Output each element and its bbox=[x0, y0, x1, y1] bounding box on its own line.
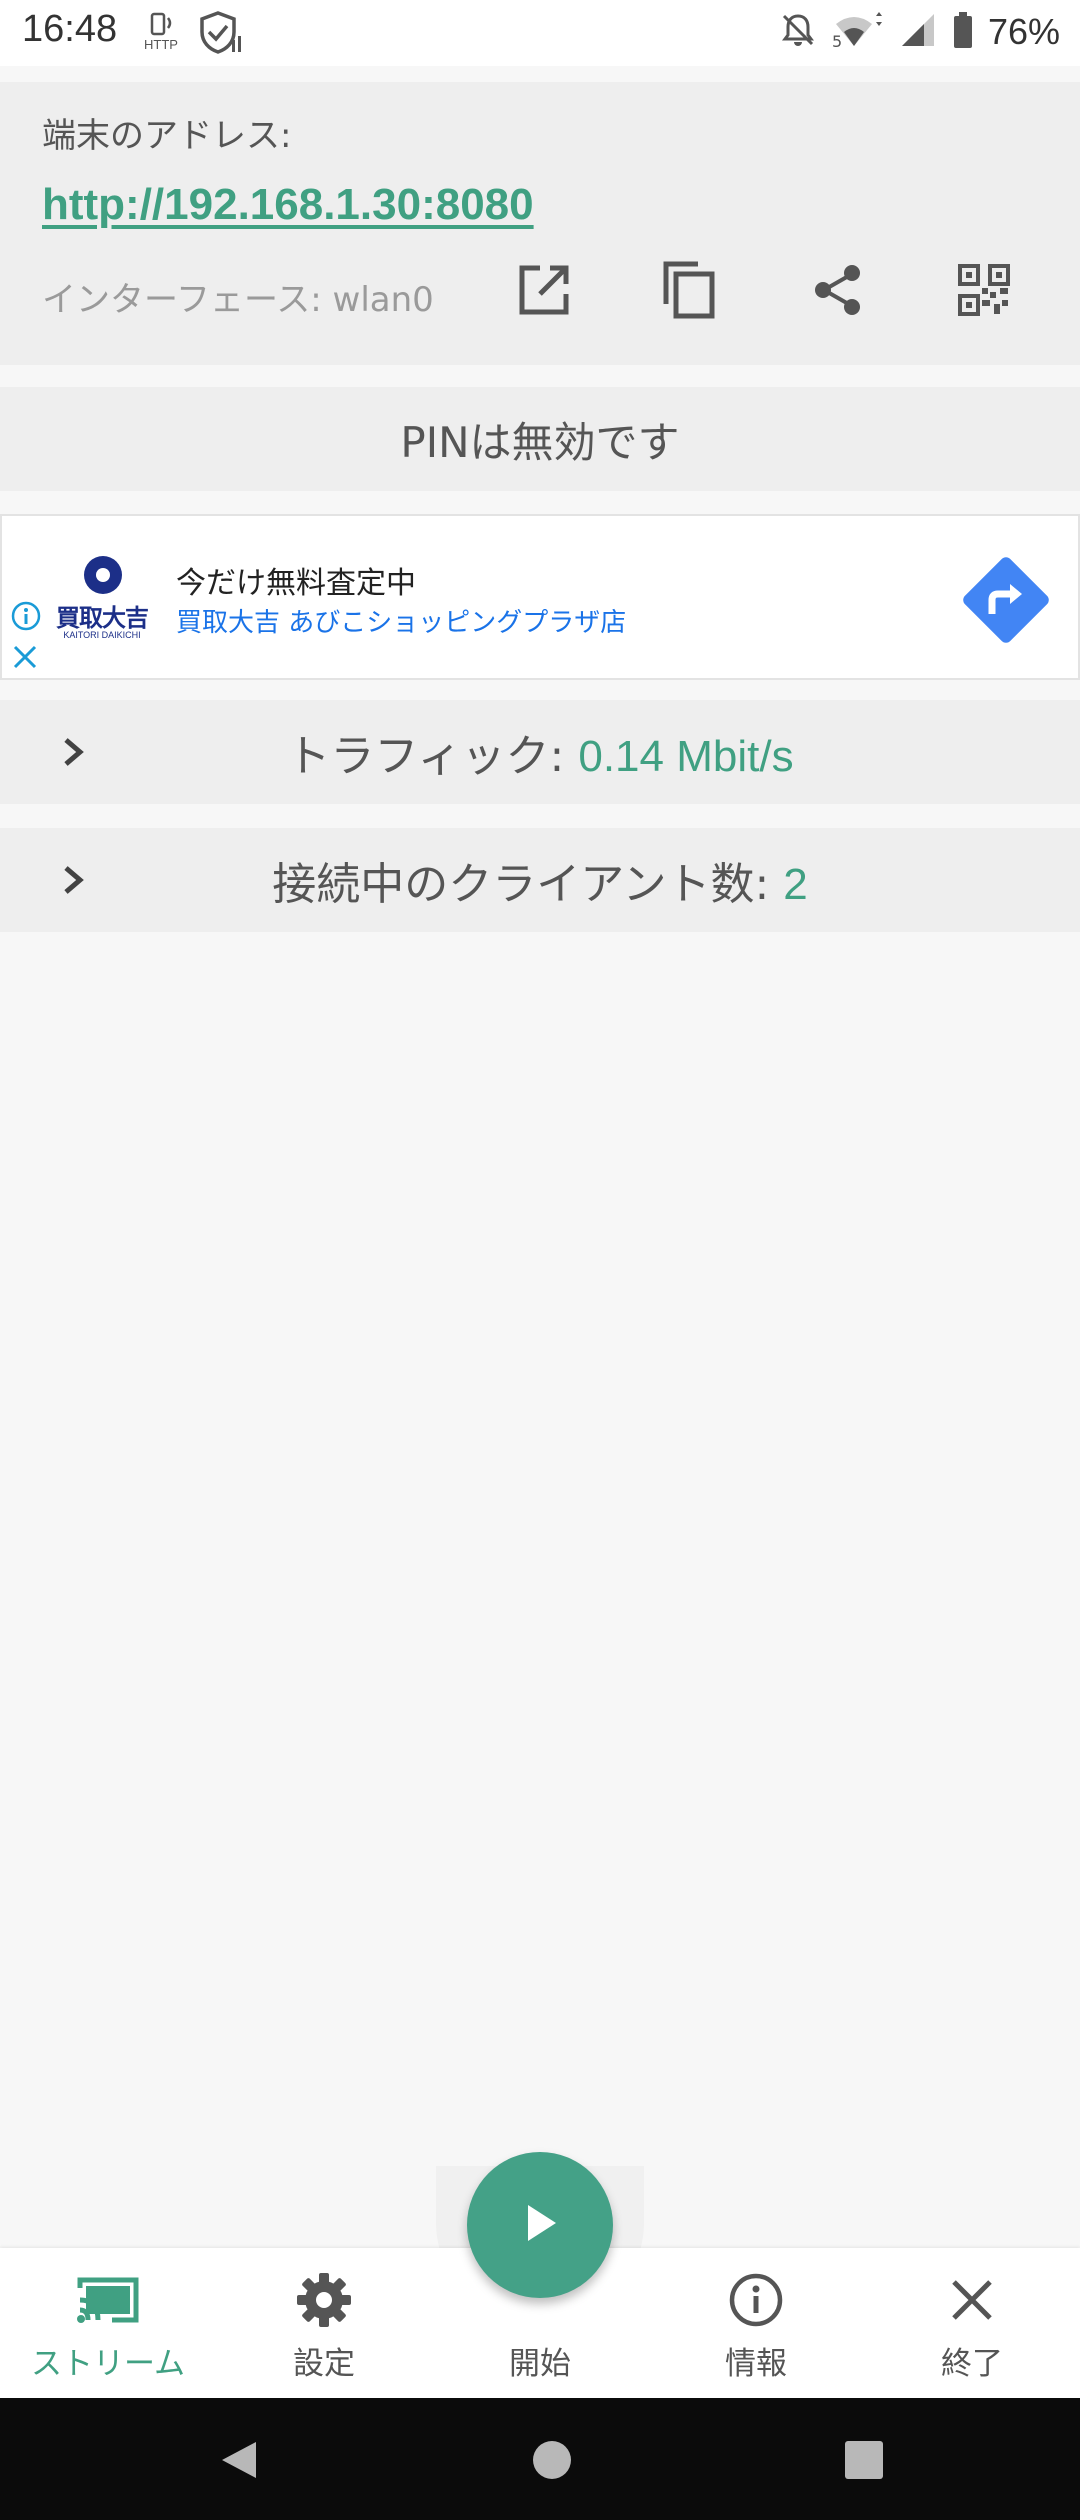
nav-item-info[interactable]: 情報 bbox=[648, 2248, 864, 2398]
ad-banner[interactable]: 買取大吉 KAITORI DAIKICHI 今だけ無料査定中 買取大吉 あびこシ… bbox=[0, 514, 1080, 680]
qr-code-button[interactable] bbox=[946, 254, 1022, 330]
traffic-row[interactable]: トラフィック: 0.14 Mbit/s bbox=[0, 700, 1080, 804]
close-icon bbox=[948, 2270, 996, 2330]
battery-percent: 76% bbox=[987, 11, 1060, 52]
open-in-browser-icon bbox=[516, 262, 572, 322]
network-type-label: 5 bbox=[831, 32, 843, 51]
nav-item-exit[interactable]: 終了 bbox=[864, 2248, 1080, 2398]
nav-label-exit: 終了 bbox=[941, 2346, 1003, 2382]
chevron-right-icon bbox=[56, 732, 92, 776]
address-url-link[interactable]: http://192.168.1.30:8080 bbox=[42, 180, 534, 230]
nav-label-settings: 設定 bbox=[293, 2346, 355, 2382]
traffic-text: トラフィック: 0.14 Mbit/s bbox=[286, 720, 793, 784]
nav-label-info: 情報 bbox=[725, 2346, 787, 2382]
clients-text: 接続中のクライアント数: 2 bbox=[272, 848, 808, 912]
share-button[interactable] bbox=[800, 254, 876, 330]
address-label: 端末のアドレス: bbox=[42, 116, 292, 156]
share-icon bbox=[810, 262, 866, 322]
cast-icon bbox=[76, 2270, 140, 2330]
nav-label-stream: ストリーム bbox=[30, 2346, 186, 2382]
nav-item-settings[interactable]: 設定 bbox=[216, 2248, 432, 2398]
ad-close-icon[interactable] bbox=[10, 642, 40, 676]
pin-status-text: PINは無効です bbox=[400, 417, 680, 467]
battery-icon bbox=[952, 10, 974, 54]
status-time: 16:48 bbox=[22, 8, 118, 50]
copy-button[interactable] bbox=[652, 254, 728, 330]
home-icon[interactable] bbox=[532, 2438, 572, 2486]
ad-logo: 買取大吉 KAITORI DAIKICHI bbox=[46, 556, 158, 644]
shield-check-icon bbox=[198, 10, 244, 60]
start-stream-fab[interactable] bbox=[467, 2152, 613, 2298]
recents-icon[interactable] bbox=[843, 2438, 885, 2486]
copy-icon bbox=[662, 260, 718, 324]
clients-label: 接続中のクライアント数: bbox=[272, 859, 784, 910]
wifi-icon: 5 bbox=[832, 12, 884, 52]
play-icon bbox=[520, 2201, 560, 2249]
clients-value: 2 bbox=[783, 860, 808, 909]
traffic-label: トラフィック: bbox=[286, 731, 579, 782]
device-address-card: 端末のアドレス: http://192.168.1.30:8080 インターフェ… bbox=[0, 82, 1080, 365]
qr-code-icon bbox=[958, 264, 1010, 320]
open-in-browser-button[interactable] bbox=[506, 254, 582, 330]
http-server-icon: HTTP bbox=[142, 12, 182, 52]
info-icon bbox=[728, 2270, 784, 2330]
clients-row[interactable]: 接続中のクライアント数: 2 bbox=[0, 828, 1080, 932]
ad-logo-subtext: KAITORI DAIKICHI bbox=[63, 630, 141, 640]
back-icon[interactable] bbox=[216, 2438, 260, 2486]
interface-label: インターフェース: wlan0 bbox=[42, 280, 434, 320]
ad-logo-text: 買取大吉 bbox=[56, 604, 149, 632]
directions-icon[interactable] bbox=[958, 552, 1054, 652]
status-icons: 5 76% bbox=[778, 8, 1060, 56]
notifications-off-icon bbox=[778, 10, 818, 54]
ad-title: 今だけ無料査定中 bbox=[176, 566, 416, 601]
status-bar: 16:48 HTTP 5 76% bbox=[0, 0, 1080, 66]
nav-label-start: 開始 bbox=[509, 2346, 571, 2382]
nav-item-stream[interactable]: ストリーム bbox=[0, 2248, 216, 2398]
signal-icon bbox=[898, 10, 938, 54]
system-navigation-bar bbox=[0, 2398, 1080, 2520]
ad-info-icon[interactable] bbox=[10, 600, 42, 636]
ad-subtitle: 買取大吉 あびこショッピングプラザ店 bbox=[176, 608, 627, 638]
ad-logo-mark bbox=[84, 556, 122, 594]
chevron-right-icon bbox=[56, 860, 92, 904]
http-label: HTTP bbox=[144, 37, 178, 52]
traffic-value: 0.14 Mbit/s bbox=[578, 732, 794, 781]
gear-icon bbox=[296, 2270, 352, 2330]
pin-status-card: PINは無効です bbox=[0, 387, 1080, 491]
